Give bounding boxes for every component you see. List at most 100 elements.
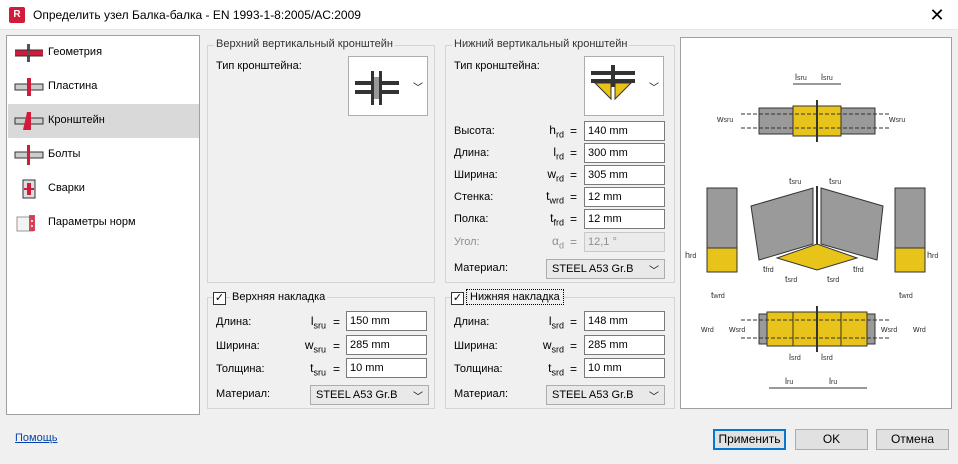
sidebar-item-bracket[interactable]: Кронштейн	[8, 104, 199, 138]
dim-label-wsru-left: wsru	[716, 114, 733, 124]
dim-label-lsru-2: lsru	[821, 72, 833, 82]
lower-bracket-title: Нижний вертикальный кронштейн	[452, 38, 630, 50]
flange-symbol: tfrd	[550, 211, 564, 228]
dim-label-tfrd-left: tfrd	[763, 264, 774, 274]
length-label: Длина:	[454, 147, 490, 159]
flange-label: Полка:	[454, 213, 489, 225]
lower-bracket-material-select[interactable]: STEEL A53 Gr.B ﹀	[546, 259, 665, 279]
upper-bracket-type-select[interactable]: ﹀	[348, 56, 428, 116]
dim-label-hrd-left: hrd	[685, 250, 696, 260]
plate-icon	[14, 78, 44, 96]
dim-label-tsrd-left: tsrd	[785, 274, 797, 284]
web-label: Стенка:	[454, 191, 494, 203]
help-link[interactable]: Помощь	[15, 432, 58, 444]
lower-plate-length-input[interactable]: 148 mm	[584, 311, 665, 331]
bolts-icon	[14, 145, 44, 165]
length-input[interactable]: 300 mm	[584, 143, 665, 163]
lower-plate-width-input[interactable]: 285 mm	[584, 335, 665, 355]
lower-plate-checkbox[interactable]: ✓	[451, 292, 464, 305]
material-label: Материал:	[454, 262, 509, 274]
lower-plate-thickness-symbol: tsrd	[548, 361, 564, 378]
dim-label-twrd-right: twrd	[899, 290, 913, 300]
bracket-type-preview-icon	[355, 71, 399, 105]
cancel-button[interactable]: Отмена	[876, 429, 949, 450]
chevron-down-icon: ﹀	[413, 392, 423, 403]
dim-label-lsrd-1: lsrd	[789, 352, 801, 362]
sidebar-item-label: Параметры норм	[48, 216, 136, 228]
geometry-icon	[15, 44, 43, 62]
upper-plate-length-label: Длина:	[216, 316, 252, 328]
lower-plate-thickness-input[interactable]: 10 mm	[584, 358, 665, 378]
lower-bracket-type-select[interactable]: ﹀	[584, 56, 664, 116]
upper-plate-length-symbol: lsru	[310, 314, 326, 331]
ok-button[interactable]: OK	[795, 429, 868, 450]
height-label: Высота:	[454, 125, 495, 137]
dim-label-lru-1: lru	[785, 376, 793, 386]
lower-plate-thickness-label: Толщина:	[454, 363, 503, 375]
sidebar: Геометрия Пластина Кронштейн Болты Сварк…	[6, 35, 200, 415]
chevron-down-icon: ﹀	[649, 266, 659, 277]
upper-plate-checkbox[interactable]: ✓	[213, 292, 226, 305]
web-input[interactable]: 12 mm	[584, 187, 665, 207]
upper-plate-material-label: Материал:	[216, 388, 271, 400]
sidebar-item-label: Болты	[48, 148, 81, 160]
apply-button[interactable]: Применить	[713, 429, 786, 450]
upper-plate-material-select[interactable]: STEEL A53 Gr.B ﹀	[310, 385, 429, 405]
dim-label-lru-2: lru	[829, 376, 837, 386]
dim-label-twrd-left: twrd	[711, 290, 725, 300]
lower-plate-width-label: Ширина:	[454, 340, 498, 352]
angle-label: Угол:	[454, 236, 480, 248]
upper-bracket-type-label: Тип кронштейна:	[216, 60, 302, 72]
bracket-icon	[14, 112, 44, 130]
upper-plate-length-input[interactable]: 150 mm	[346, 311, 427, 331]
dim-label-tsru-1: tsru	[789, 176, 801, 186]
dim-label-tsrd-right: tsrd	[827, 274, 839, 284]
connection-preview: lsru lsru wsru wsru tsru tsru hrd hrd tf…	[680, 37, 952, 409]
welds-icon	[22, 179, 36, 199]
lower-plate-length-label: Длина:	[454, 316, 490, 328]
dim-label-wsrd-left: wsrd	[728, 324, 745, 334]
title-bar: R Определить узел Балка-балка - EN 1993-…	[0, 0, 958, 30]
dim-label-wrd-right: wrd	[912, 324, 926, 334]
web-symbol: twrd	[546, 189, 564, 206]
chevron-down-icon: ﹀	[649, 392, 659, 403]
lower-plate-title: Нижняя накладка	[466, 289, 564, 305]
window-title: Определить узел Балка-балка - EN 1993-1-…	[33, 8, 361, 22]
flange-input[interactable]: 12 mm	[584, 209, 665, 229]
bracket-type-preview-icon	[591, 65, 635, 101]
width-label: Ширина:	[454, 169, 498, 181]
dim-label-tsru-2: tsru	[829, 176, 841, 186]
lower-plate-material-label: Материал:	[454, 388, 509, 400]
lower-plate-width-symbol: wsrd	[542, 338, 564, 355]
dim-label-lsrd-2: lsrd	[821, 352, 833, 362]
lower-plate-group: ✓ Нижняя накладка Длина: lsrd = 148 mm Ш…	[445, 289, 675, 409]
lower-plate-length-symbol: lsrd	[548, 314, 564, 331]
height-input[interactable]: 140 mm	[584, 121, 665, 141]
sidebar-item-label: Сварки	[48, 182, 85, 194]
sidebar-item-bolts[interactable]: Болты	[8, 138, 199, 172]
dim-label-tfrd-right: tfrd	[853, 264, 864, 274]
upper-plate-width-symbol: wsru	[304, 338, 326, 355]
sidebar-item-label: Геометрия	[48, 46, 103, 58]
sidebar-item-label: Кронштейн	[48, 114, 105, 126]
upper-plate-thickness-input[interactable]: 10 mm	[346, 358, 427, 378]
upper-plate-thickness-label: Толщина:	[216, 363, 265, 375]
sidebar-item-geometry[interactable]: Геометрия	[8, 36, 199, 70]
upper-plate-thickness-symbol: tsru	[310, 361, 326, 378]
sidebar-item-welds[interactable]: Сварки	[8, 172, 199, 206]
sidebar-item-plate[interactable]: Пластина	[8, 70, 199, 104]
dim-label-wsrd-right: wsrd	[880, 324, 897, 334]
width-symbol: wrd	[547, 167, 564, 184]
sidebar-item-code-params[interactable]: Параметры норм	[8, 206, 199, 240]
width-input[interactable]: 305 mm	[584, 165, 665, 185]
upper-plate-width-input[interactable]: 285 mm	[346, 335, 427, 355]
close-icon[interactable]: ✕	[926, 4, 948, 26]
upper-bracket-title: Верхний вертикальный кронштейн	[214, 38, 395, 50]
upper-plate-width-label: Ширина:	[216, 340, 260, 352]
upper-bracket-group: Верхний вертикальный кронштейн Тип кронш…	[207, 38, 435, 283]
dim-label-wsru-right: wsru	[888, 114, 905, 124]
connection-diagram: lsru lsru wsru wsru tsru tsru hrd hrd tf…	[685, 72, 938, 389]
upper-plate-title: Верхняя накладка	[230, 291, 328, 303]
chevron-down-icon: ﹀	[413, 83, 423, 94]
lower-plate-material-select[interactable]: STEEL A53 Gr.B ﹀	[546, 385, 665, 405]
